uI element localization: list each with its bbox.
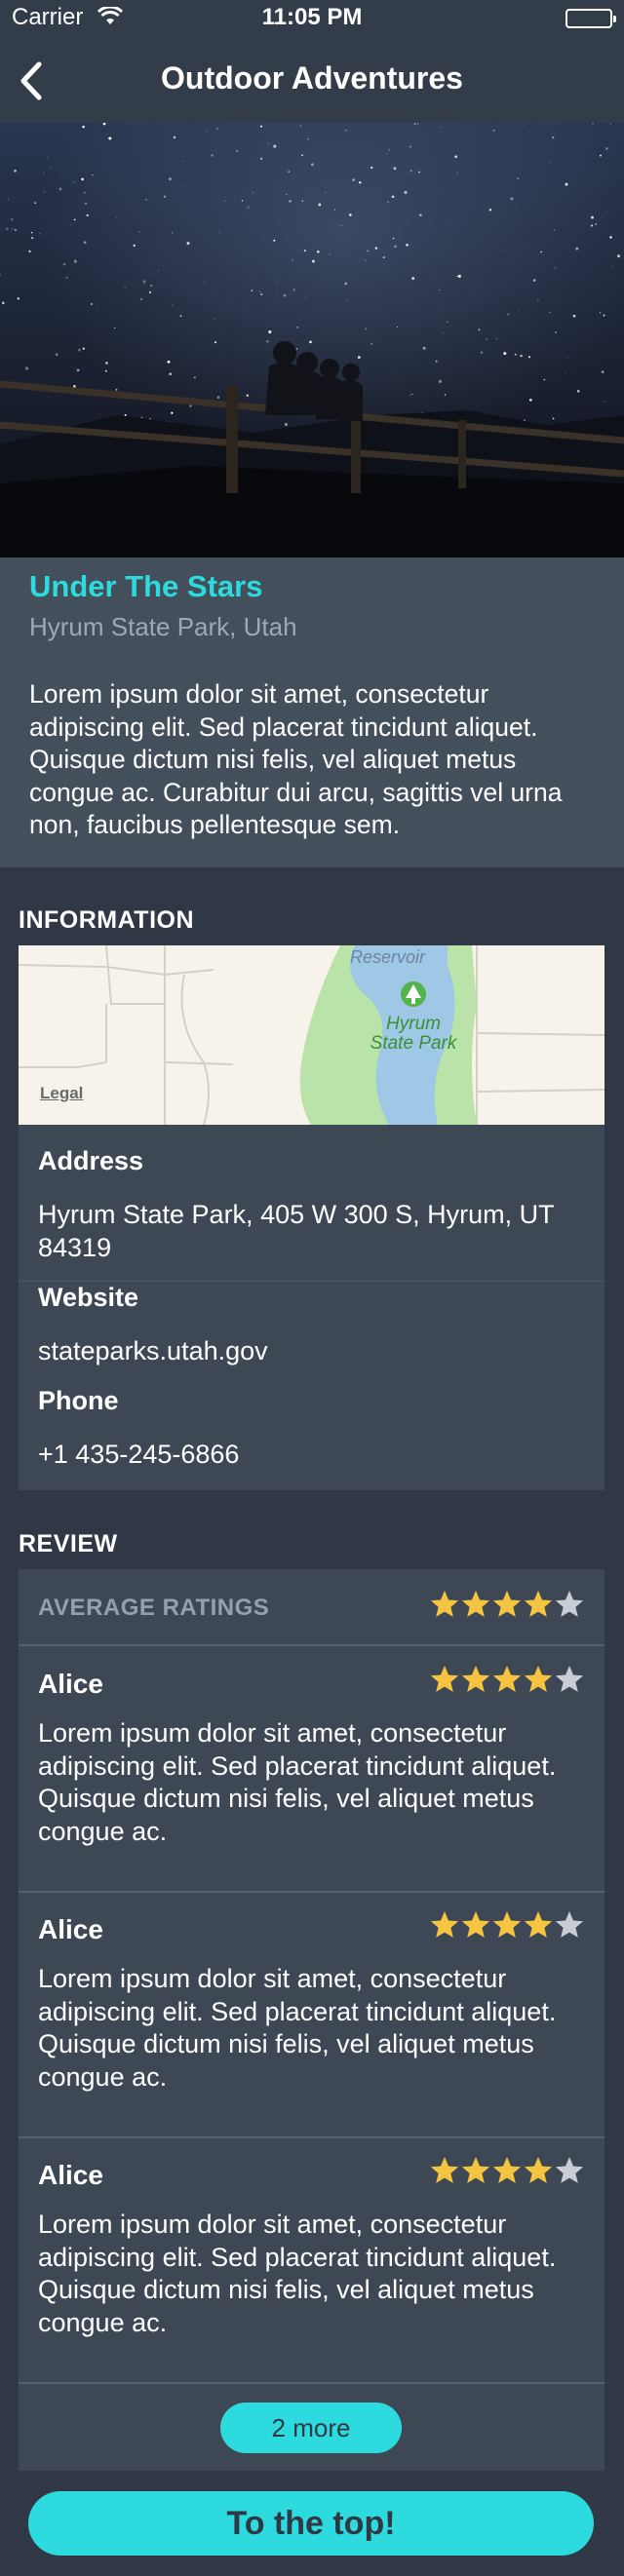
star-filled-icon [492,1591,522,1617]
star-empty-icon [555,1666,584,1692]
address-label: Address [38,1146,144,1175]
star-filled-icon [430,1591,459,1617]
divider [19,1644,604,1646]
address-value[interactable]: Hyrum State Park, 405 W 300 S, Hyrum, UT… [38,1199,594,1264]
star-filled-icon [492,2157,522,2183]
scroll-to-top-button[interactable]: To the top! [28,2491,594,2556]
review-heading: REVIEW [19,1530,118,1557]
divider [19,2382,604,2384]
star-filled-icon [430,2157,459,2183]
star-empty-icon [555,1911,584,1938]
website-label: Website [38,1283,139,1312]
review-card: AVERAGE RATINGS Alice Lorem ipsum dolor … [19,1569,604,2471]
star-empty-icon [555,2157,584,2183]
star-filled-icon [492,1911,522,1938]
star-empty-icon [555,1591,584,1617]
information-card: Address Hyrum State Park, 405 W 300 S, H… [19,1125,604,1490]
star-filled-icon [524,2157,553,2183]
review-text: Lorem ipsum dolor sit amet, consectetur … [38,1964,557,2092]
clock: 11:05 PM [261,4,363,30]
star-filled-icon [524,1591,553,1617]
activity-name: Under The Stars [29,569,263,603]
star-filled-icon [524,1666,553,1692]
activity-location: Hyrum State Park, Utah [29,612,297,641]
review-rating-stars [429,2155,585,2186]
activity-header: Under The Stars Hyrum State Park, Utah L… [0,557,624,867]
show-more-reviews-button[interactable]: 2 more [220,2403,402,2453]
information-heading: INFORMATION [19,906,195,934]
star-filled-icon [461,1666,490,1692]
website-link[interactable]: stateparks.utah.gov [38,1335,594,1368]
navigation-bar: Outdoor Adventures [0,39,624,123]
review-rating-stars [429,1909,585,1941]
battery-icon [566,9,616,28]
reviewer-name: Alice [38,1914,103,1944]
review-rating-stars [429,1664,585,1695]
map-view[interactable]: Reservoir Hyrum State Park Legal [19,945,604,1125]
phone-link[interactable]: +1 435-245-6866 [38,1439,594,1472]
divider [19,1281,604,1282]
status-bar: Carrier 11:05 PM [0,0,624,39]
map-park-label-1: Hyrum [386,1014,441,1034]
star-filled-icon [461,1591,490,1617]
reviewer-name: Alice [38,2160,103,2190]
page-title: Outdoor Adventures [161,60,463,96]
phone-label: Phone [38,1386,119,1415]
star-filled-icon [461,1911,490,1938]
reviewer-name: Alice [38,1669,103,1699]
hero-image [0,123,624,557]
average-rating-stars [429,1589,585,1620]
back-chevron-icon[interactable] [14,57,53,105]
review-text: Lorem ipsum dolor sit amet, consectetur … [38,2210,557,2337]
map-park-label-2: State Park [370,1033,458,1054]
star-filled-icon [524,1911,553,1938]
star-filled-icon [461,2157,490,2183]
star-filled-icon [430,1666,459,1692]
review-text: Lorem ipsum dolor sit amet, consectetur … [38,1718,557,1846]
map-legal-link[interactable]: Legal [40,1084,83,1103]
star-filled-icon [492,1666,522,1692]
map-reservoir-label: Reservoir [350,947,426,967]
divider [19,2136,604,2138]
average-ratings-label: AVERAGE RATINGS [38,1595,270,1621]
star-filled-icon [430,1911,459,1938]
activity-description: Lorem ipsum dolor sit amet, consectetur … [29,679,563,839]
divider [19,1891,604,1893]
